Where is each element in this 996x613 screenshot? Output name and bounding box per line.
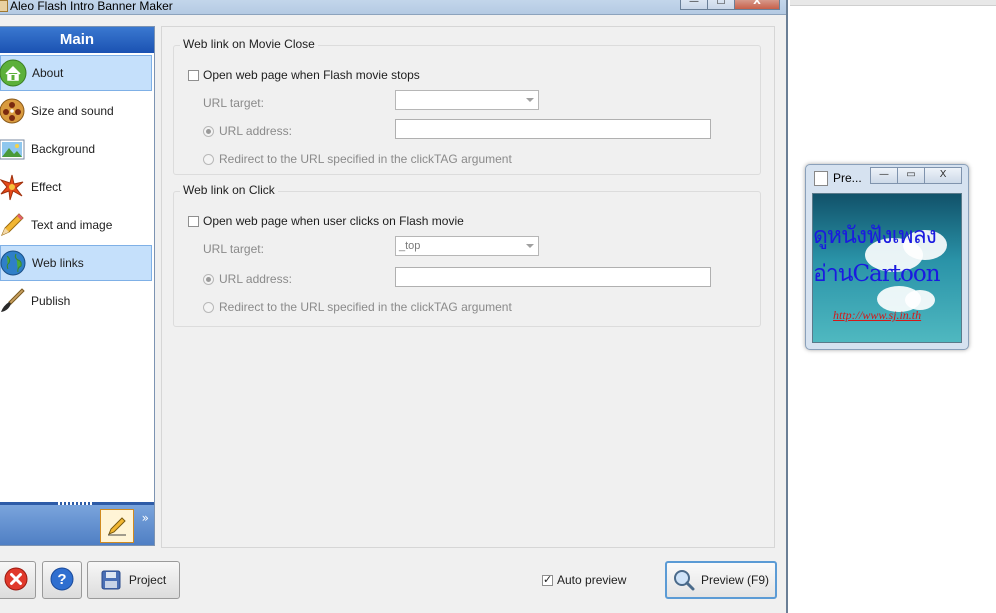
magnifier-icon	[673, 569, 695, 591]
globe-icon	[0, 249, 27, 277]
banner-url: http://www.sj.in.th	[833, 308, 922, 322]
open-on-stop-label[interactable]: Open web page when Flash movie stops	[203, 68, 420, 82]
preview-window: Pre... — ▭ X ดูหนังฟังเพลง อ่านCartoon h…	[805, 164, 969, 350]
splitter-grip[interactable]	[58, 502, 94, 505]
banner-preview[interactable]: ดูหนังฟังเพลง อ่านCartoon http://www.sj.…	[812, 193, 962, 343]
url-target-text: URL target:	[203, 242, 264, 256]
brush-icon	[0, 287, 26, 315]
sidebar-item-label: Publish	[31, 294, 71, 308]
help-button[interactable]: ?	[42, 561, 82, 599]
maximize-button[interactable]: ☐	[707, 0, 735, 10]
chevron-right-icon[interactable]: »	[142, 511, 149, 525]
help-icon: ?	[50, 567, 74, 594]
url-address-label[interactable]: URL address:	[219, 124, 292, 138]
sidebar-item-label: Background	[31, 142, 96, 156]
sidebar-item-about[interactable]: About	[0, 55, 152, 91]
preview-restore-button[interactable]: ▭	[897, 167, 925, 184]
sidebar-item-effect[interactable]: Effect	[0, 169, 152, 205]
landscape-picture-icon	[0, 135, 26, 163]
redirect-label[interactable]: Redirect to the URL specified in the cli…	[219, 300, 512, 314]
banner-text-line1: ดูหนังฟังเพลง	[813, 223, 937, 249]
url-address-radio[interactable]	[203, 125, 214, 137]
redirect-radio[interactable]	[203, 301, 214, 313]
floppy-disk-icon	[101, 570, 121, 590]
window-title: Aleo Flash Intro Banner Maker	[10, 0, 173, 13]
desktop-strip	[790, 0, 996, 6]
project-button[interactable]: Project	[87, 561, 180, 599]
on-click-group: Web link on Click Open web page when use…	[173, 183, 761, 327]
sidebar-item-label: About	[32, 66, 64, 80]
redirect-row[interactable]: Redirect to the URL specified in the cli…	[203, 152, 512, 166]
dropdown-arrow-icon	[526, 98, 534, 102]
url-address-label[interactable]: URL address:	[219, 272, 292, 286]
url-target-label: URL target:	[203, 242, 264, 256]
pencil-icon	[0, 211, 26, 239]
sidebar-item-label: Effect	[31, 180, 62, 194]
open-on-stop-row[interactable]: Open web page when Flash movie stops	[188, 68, 420, 82]
preview-label: Preview (F9)	[700, 573, 769, 587]
cloud-shape	[905, 290, 935, 310]
preview-button[interactable]: Preview (F9)	[665, 561, 777, 599]
movie-close-group: Web link on Movie Close Open web page wh…	[173, 37, 761, 175]
auto-preview-row[interactable]: Auto preview	[542, 573, 626, 587]
sidebar-item-label: Size and sound	[31, 104, 114, 118]
close-circle-icon	[4, 567, 28, 594]
exit-button[interactable]	[0, 561, 36, 599]
url-target-select[interactable]: _top	[395, 236, 539, 256]
open-on-stop-checkbox[interactable]	[188, 69, 199, 81]
auto-preview-checkbox[interactable]	[542, 573, 553, 586]
sidebar-item-text-and-image[interactable]: Text and image	[0, 207, 152, 243]
open-on-click-label[interactable]: Open web page when user clicks on Flash …	[203, 214, 464, 228]
pencil-edit-icon[interactable]	[100, 509, 134, 543]
sidebar-item-label: Web links	[32, 256, 84, 270]
close-button[interactable]: X	[734, 0, 780, 10]
url-target-text: URL target:	[203, 96, 264, 110]
banner-text-line2: อ่านCartoon	[813, 261, 941, 287]
group-title: Web link on Movie Close	[180, 37, 318, 51]
main-window: Aleo Flash Intro Banner Maker — ☐ X Main…	[0, 0, 788, 613]
preview-minimize-button[interactable]: —	[870, 167, 898, 184]
window-controls: — ☐ X	[680, 0, 780, 10]
url-address-input[interactable]	[395, 119, 711, 139]
url-address-row[interactable]: URL address:	[203, 272, 292, 286]
sidebar-header[interactable]: Main	[0, 27, 154, 53]
redirect-row[interactable]: Redirect to the URL specified in the cli…	[203, 300, 512, 314]
sidebar-item-background[interactable]: Background	[0, 131, 152, 167]
project-label: Project	[128, 573, 167, 587]
document-icon	[814, 171, 828, 186]
redirect-label[interactable]: Redirect to the URL specified in the cli…	[219, 152, 512, 166]
preview-window-controls: — ▭ X	[870, 167, 962, 184]
url-target-label: URL target:	[203, 96, 264, 110]
sidebar-footer: »	[0, 502, 154, 545]
url-address-input[interactable]	[395, 267, 711, 287]
title-bar[interactable]: Aleo Flash Intro Banner Maker — ☐ X	[0, 0, 786, 15]
app-icon	[0, 0, 8, 12]
film-reel-icon	[0, 97, 26, 125]
minimize-button[interactable]: —	[680, 0, 708, 10]
url-target-select[interactable]	[395, 90, 539, 110]
url-address-row[interactable]: URL address:	[203, 124, 292, 138]
svg-text:?: ?	[57, 571, 66, 588]
home-icon	[0, 59, 27, 87]
footer-bar: ? Project Auto preview Preview (F9)	[0, 553, 786, 613]
open-on-click-row[interactable]: Open web page when user clicks on Flash …	[188, 214, 464, 228]
preview-window-title[interactable]: Pre...	[833, 171, 862, 185]
redirect-radio[interactable]	[203, 153, 214, 165]
sidebar-item-label: Text and image	[31, 218, 113, 232]
auto-preview-label[interactable]: Auto preview	[557, 573, 626, 587]
web-links-panel: Web link on Movie Close Open web page wh…	[161, 26, 775, 548]
sidebar-item-size-and-sound[interactable]: Size and sound	[0, 93, 152, 129]
group-title: Web link on Click	[180, 183, 278, 197]
dropdown-arrow-icon	[526, 244, 534, 248]
sparkle-icon	[0, 173, 26, 201]
url-address-radio[interactable]	[203, 273, 214, 285]
preview-close-button[interactable]: X	[924, 167, 962, 184]
sidebar-item-publish[interactable]: Publish	[0, 283, 152, 319]
sidebar: Main About Size and sound Background Eff…	[0, 26, 155, 546]
sidebar-item-web-links[interactable]: Web links	[0, 245, 152, 281]
open-on-click-checkbox[interactable]	[188, 215, 199, 227]
url-target-value: _top	[399, 240, 421, 252]
